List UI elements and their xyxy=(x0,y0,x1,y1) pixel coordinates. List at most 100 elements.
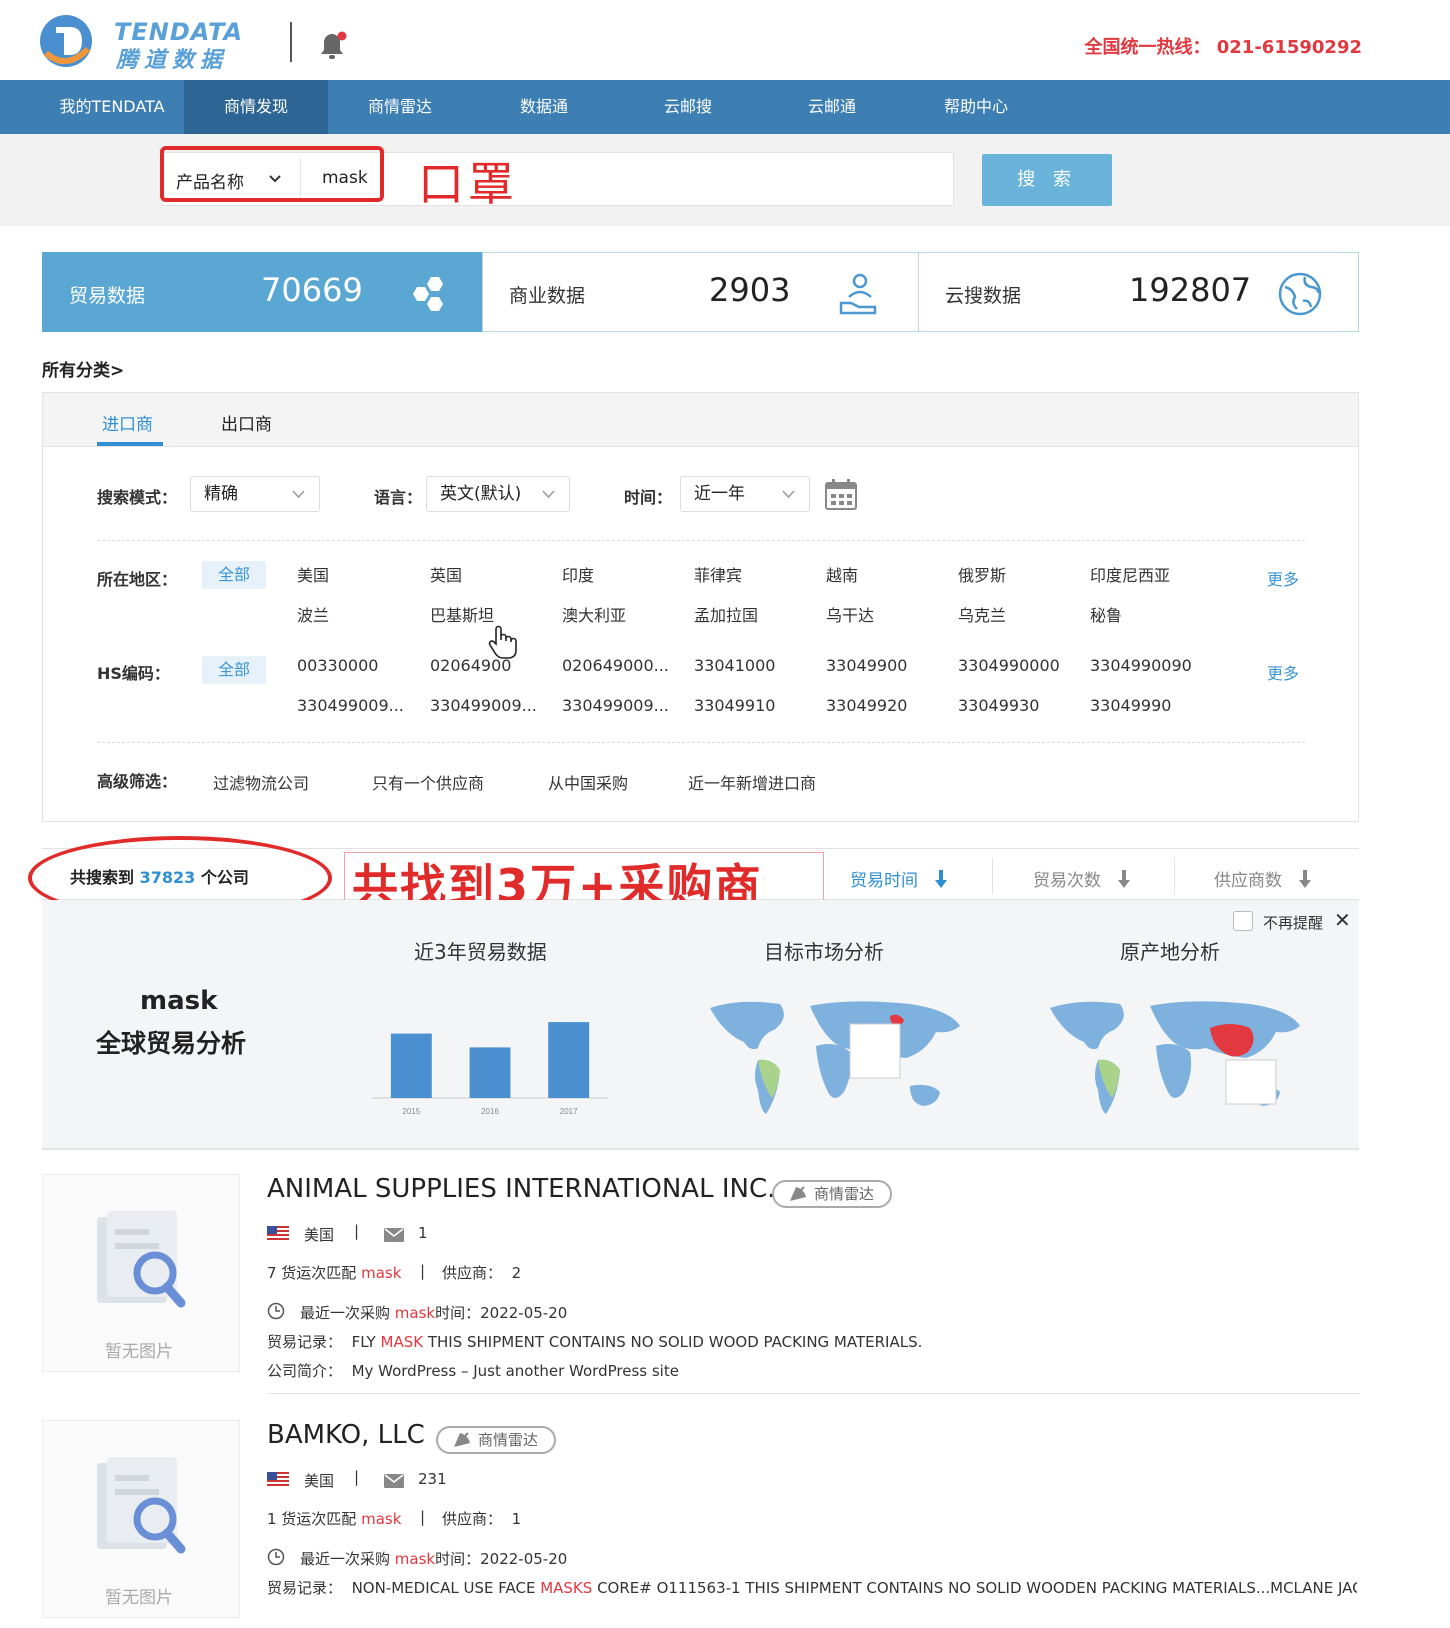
trade-record-text: THIS SHIPMENT CONTAINS NO SOLID WOOD PAC… xyxy=(423,1333,923,1351)
search-mode-select[interactable]: 精确 xyxy=(190,476,320,512)
analysis-title-origin: 原产地分析 xyxy=(1120,940,1220,964)
no-remind-checkbox[interactable] xyxy=(1233,911,1253,931)
hs-code-option[interactable]: 00330000 xyxy=(297,656,378,675)
nav-item-help[interactable]: 帮助中心 xyxy=(904,80,1048,134)
no-remind-label[interactable]: 不再提醒 xyxy=(1263,912,1323,933)
tendata-logo-icon[interactable] xyxy=(38,13,94,69)
region-option[interactable]: 美国 xyxy=(297,562,329,586)
nav-item-cloud-mail-search[interactable]: 云邮搜 xyxy=(616,80,760,134)
region-option[interactable]: 印度 xyxy=(562,562,594,586)
supplier-value: 1 xyxy=(511,1510,522,1528)
region-option[interactable]: 澳大利亚 xyxy=(562,602,626,626)
last-purchase-suffix: 时间： xyxy=(435,1304,481,1322)
world-map-market xyxy=(710,1001,960,1114)
chart-bar xyxy=(390,1033,432,1098)
filter-single-supplier[interactable]: 只有一个供应商 xyxy=(372,770,484,794)
region-option[interactable]: 巴基斯坦 xyxy=(430,602,494,626)
arrow-down-icon[interactable] xyxy=(935,870,947,888)
separator: | xyxy=(354,1222,360,1240)
sort-divider xyxy=(1174,858,1175,894)
company-email-count[interactable]: 1 xyxy=(418,1224,428,1242)
arrow-down-icon[interactable] xyxy=(1118,870,1130,888)
nav-item-discovery[interactable]: 商情发现 xyxy=(184,80,328,134)
company-name[interactable]: BAMKO, LLC xyxy=(267,1420,425,1450)
stat-card-trade[interactable]: 贸易数据 70669 xyxy=(42,252,482,332)
stat-card-cloud[interactable]: 云搜数据 192807 xyxy=(918,252,1359,332)
sort-trade-count[interactable]: 贸易次数 xyxy=(1033,866,1101,891)
last-purchase-date: 2022-05-20 xyxy=(480,1550,568,1568)
shipment-match: 7 货运次匹配 mask xyxy=(267,1262,401,1283)
keyword-highlight: mask xyxy=(361,1264,402,1282)
hs-code-label: HS编码： xyxy=(97,664,170,683)
arrow-down-icon[interactable] xyxy=(1299,870,1311,888)
hs-code-option[interactable]: 33049990 xyxy=(1090,696,1171,715)
hs-code-option[interactable]: 020649000... xyxy=(562,656,669,675)
radar-badge-button[interactable]: 商情雷达 xyxy=(436,1426,556,1454)
nav-item-radar[interactable]: 商情雷达 xyxy=(328,80,472,134)
shipment-match: 1 货运次匹配 mask xyxy=(267,1508,401,1529)
company-email-count[interactable]: 231 xyxy=(418,1470,447,1488)
hs-code-option[interactable]: 33049930 xyxy=(958,696,1039,715)
hand-cursor-icon xyxy=(488,625,517,659)
radar-badge-label: 商情雷达 xyxy=(478,1431,539,1449)
hs-code-option[interactable]: 3304990000 xyxy=(958,656,1060,675)
hs-code-option[interactable]: 33049920 xyxy=(826,696,907,715)
region-option[interactable]: 孟加拉国 xyxy=(694,602,758,626)
nav-item-cloud-mail[interactable]: 云邮通 xyxy=(760,80,904,134)
calendar-icon[interactable] xyxy=(824,478,858,512)
sort-trade-time[interactable]: 贸易时间 xyxy=(850,866,918,891)
no-image-label: 暂无图片 xyxy=(105,1342,173,1362)
keyword-highlight: mask xyxy=(361,1510,402,1528)
company-country: 美国 xyxy=(304,1472,335,1490)
close-icon[interactable]: ✕ xyxy=(1334,908,1351,932)
hs-all-button[interactable]: 全部 xyxy=(202,656,266,684)
region-more-link[interactable]: 更多 xyxy=(1267,566,1299,590)
filter-from-china[interactable]: 从中国采购 xyxy=(548,770,628,794)
company-name[interactable]: ANIMAL SUPPLIES INTERNATIONAL INC. xyxy=(267,1174,775,1204)
sort-divider xyxy=(992,858,993,894)
region-all-button[interactable]: 全部 xyxy=(202,561,266,589)
breadcrumb[interactable]: 所有分类> xyxy=(42,356,124,381)
time-select[interactable]: 近一年 xyxy=(680,476,810,512)
company-image-placeholder[interactable]: 暂无图片 xyxy=(42,1174,240,1372)
filter-new-importers[interactable]: 近一年新增进口商 xyxy=(688,770,816,794)
hs-code-option[interactable]: 33049910 xyxy=(694,696,775,715)
region-option[interactable]: 菲律宾 xyxy=(694,562,742,586)
stat-card-business[interactable]: 商业数据 2903 xyxy=(482,252,919,332)
region-option[interactable]: 波兰 xyxy=(297,602,329,626)
trade-record-text: NON-MEDICAL USE FACE xyxy=(351,1579,541,1597)
hs-code-option[interactable]: 330499009... xyxy=(562,696,669,715)
bell-icon[interactable] xyxy=(315,26,349,62)
supplier-count: 供应商： 1 xyxy=(442,1508,521,1529)
region-option[interactable]: 秘鲁 xyxy=(1090,602,1122,626)
hs-code-option[interactable]: 3304990090 xyxy=(1090,656,1192,675)
search-button[interactable]: 搜 索 xyxy=(982,154,1112,206)
card-divider xyxy=(267,1393,1359,1394)
region-option[interactable]: 越南 xyxy=(826,562,858,586)
region-label: 所在地区： xyxy=(97,570,178,589)
sort-supplier-count[interactable]: 供应商数 xyxy=(1214,866,1282,891)
nav-item-my-tendata[interactable]: 我的TENDATA xyxy=(40,80,184,134)
no-image-icon xyxy=(97,1457,186,1554)
company-image-placeholder[interactable]: 暂无图片 xyxy=(42,1420,240,1618)
hs-code-option[interactable]: 330499009... xyxy=(297,696,404,715)
keyword-highlight: mask xyxy=(394,1304,436,1322)
region-option[interactable]: 印度尼西亚 xyxy=(1090,562,1170,586)
search-mode-label: 搜索模式： xyxy=(97,488,178,507)
hs-code-option[interactable]: 33041000 xyxy=(694,656,775,675)
region-option[interactable]: 乌克兰 xyxy=(958,602,1006,626)
region-option[interactable]: 乌干达 xyxy=(826,602,874,626)
last-purchase-date: 2022-05-20 xyxy=(480,1304,568,1322)
filter-logistics[interactable]: 过滤物流公司 xyxy=(213,770,309,794)
region-option[interactable]: 俄罗斯 xyxy=(958,562,1006,586)
nav-item-datatong[interactable]: 数据通 xyxy=(472,80,616,134)
radar-badge-button[interactable]: 商情雷达 xyxy=(772,1180,892,1208)
tab-exporters[interactable]: 出口商 xyxy=(221,410,272,435)
hs-code-option[interactable]: 33049900 xyxy=(826,656,907,675)
hs-code-option[interactable]: 330499009... xyxy=(430,696,537,715)
tab-importers[interactable]: 进口商 xyxy=(102,410,153,435)
hs-more-link[interactable]: 更多 xyxy=(1267,660,1299,684)
chart-bar xyxy=(469,1047,511,1098)
language-select[interactable]: 英文(默认) xyxy=(426,476,570,512)
region-option[interactable]: 英国 xyxy=(430,562,462,586)
